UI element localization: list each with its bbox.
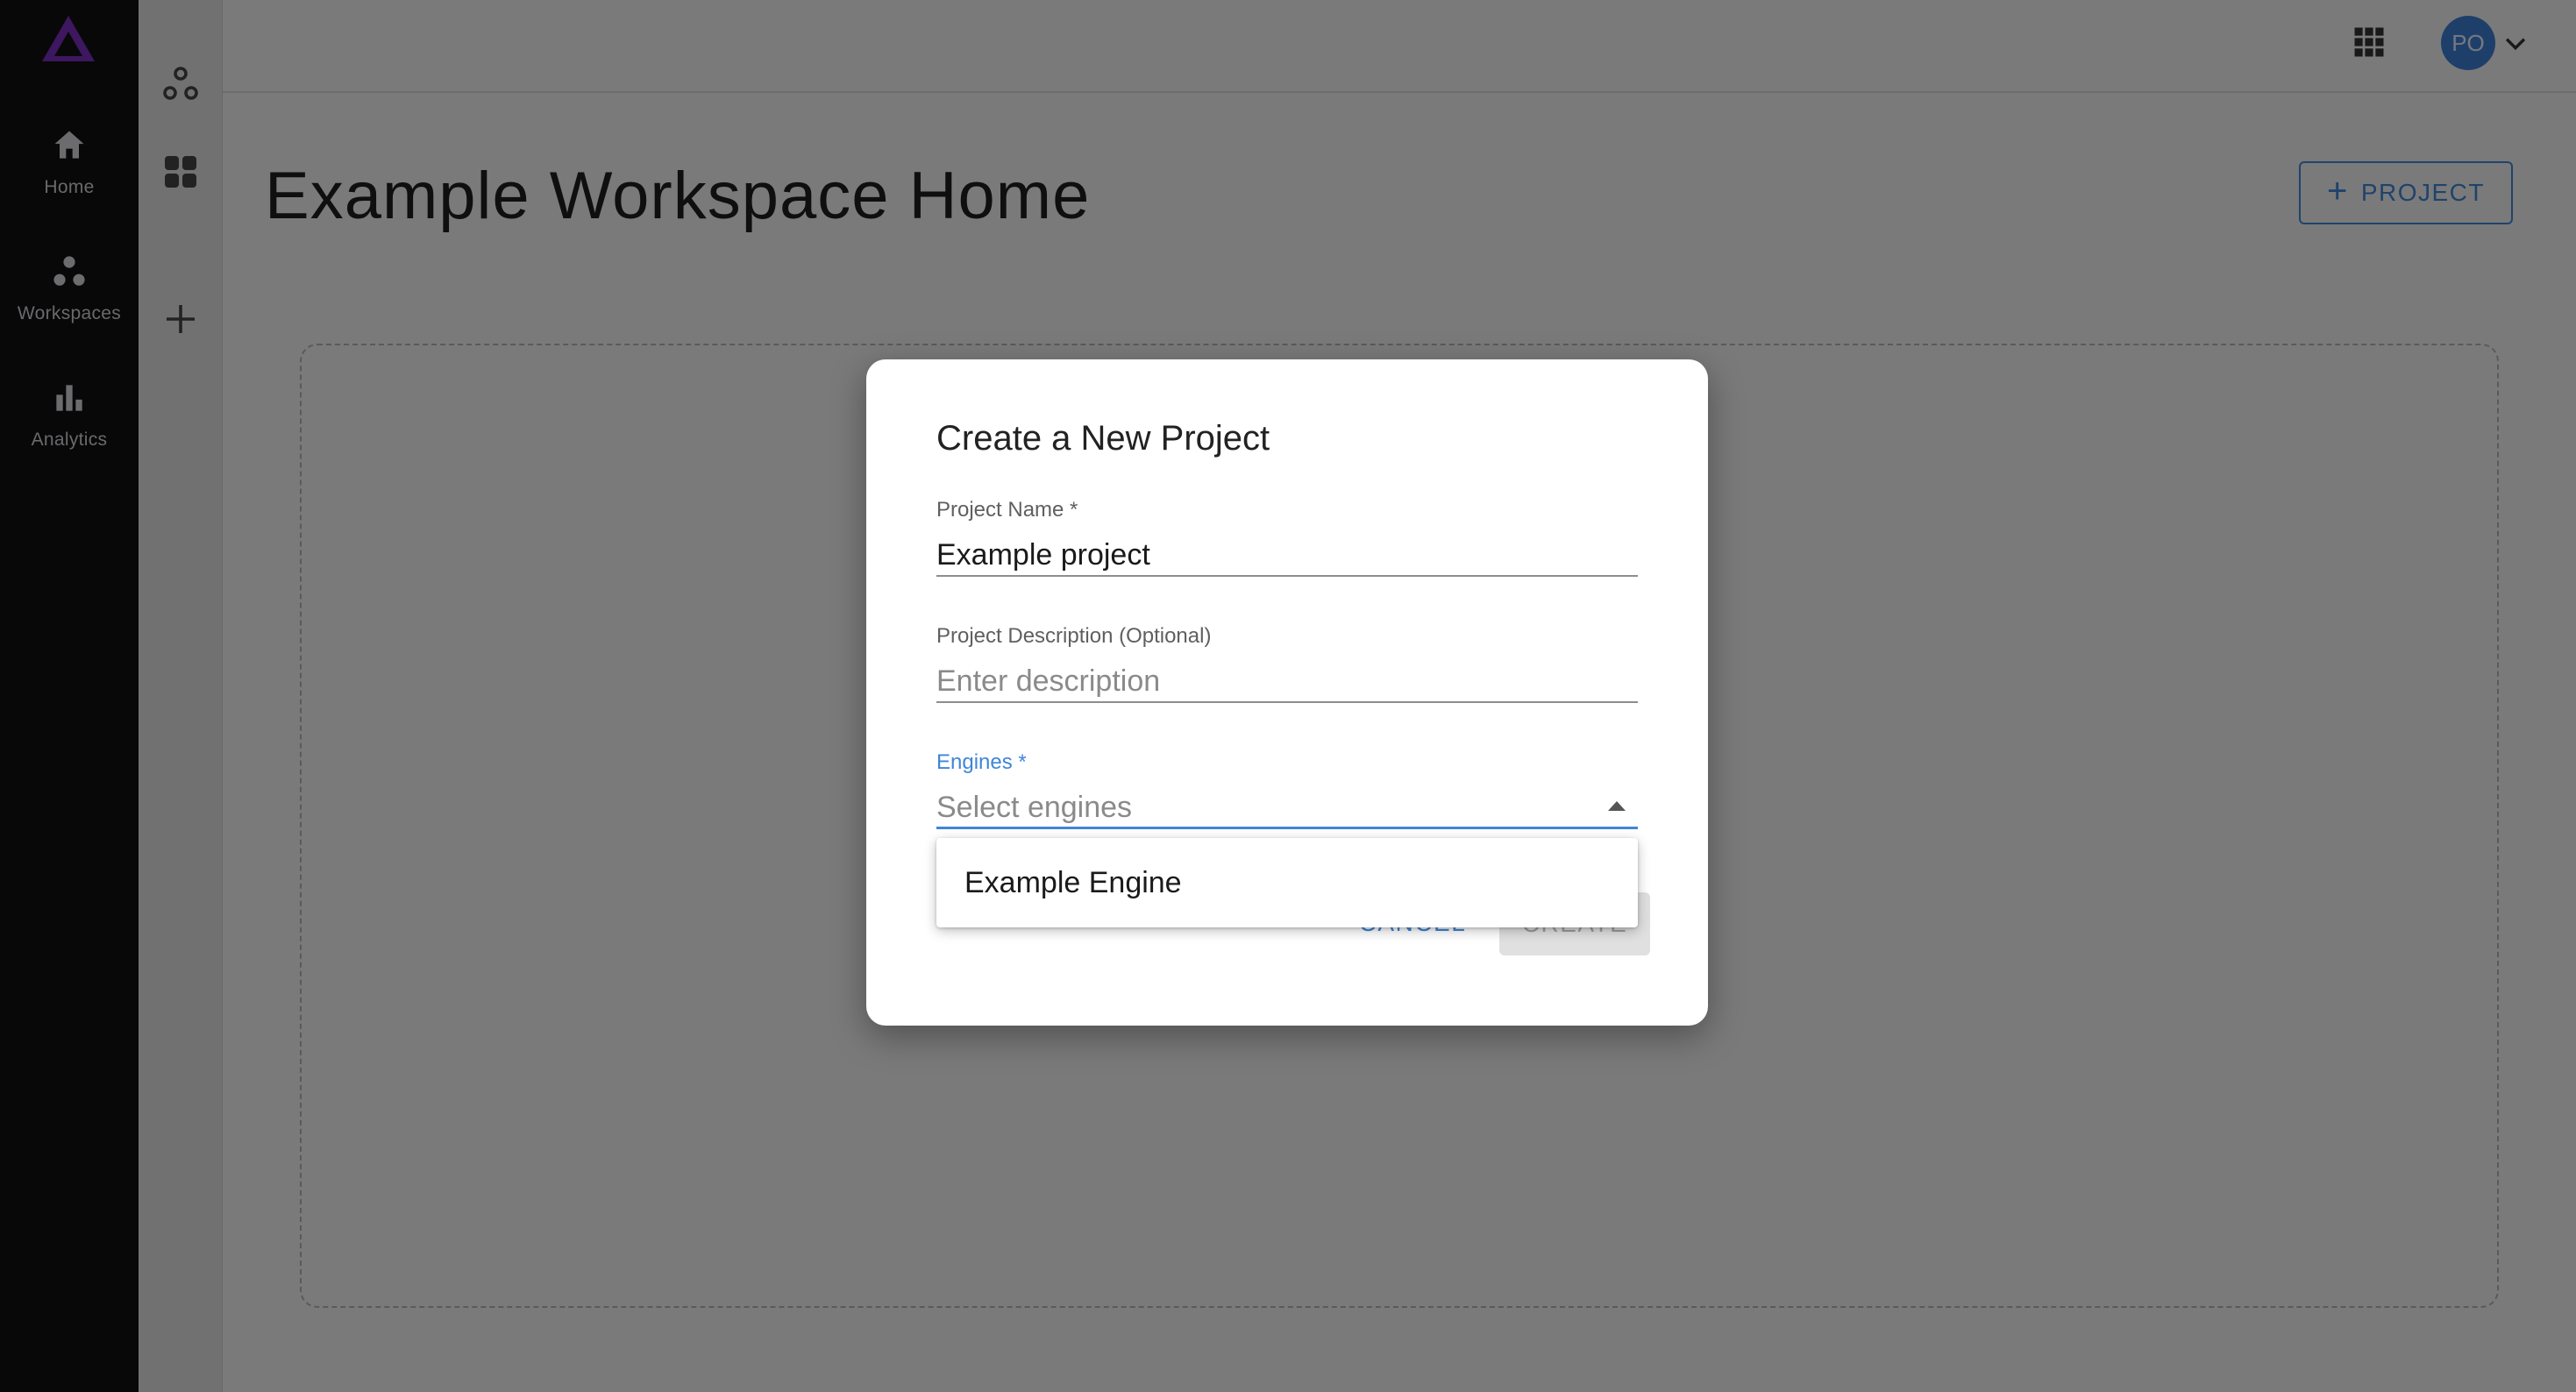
engines-label: Engines * xyxy=(936,750,1027,774)
engines-dropdown-menu: Example Engine xyxy=(936,838,1638,927)
project-name-field: Project Name * Example project xyxy=(936,498,1638,577)
project-name-input[interactable]: Example project xyxy=(936,533,1638,577)
engines-select-placeholder: Select engines xyxy=(936,791,1133,824)
dialog-title: Create a New Project xyxy=(936,419,1270,458)
project-description-label: Project Description (Optional) xyxy=(936,624,1212,648)
project-description-field: Project Description (Optional) Enter des… xyxy=(936,624,1638,703)
project-name-label: Project Name * xyxy=(936,498,1078,522)
engine-option[interactable]: Example Engine xyxy=(936,838,1638,927)
app-root: Home Workspaces Analytics xyxy=(0,0,2576,1392)
engines-select[interactable]: Select engines xyxy=(936,785,1638,829)
caret-up-icon xyxy=(1608,801,1626,811)
engines-field: Engines * Select engines xyxy=(936,750,1638,829)
project-description-input[interactable]: Enter description xyxy=(936,659,1638,703)
